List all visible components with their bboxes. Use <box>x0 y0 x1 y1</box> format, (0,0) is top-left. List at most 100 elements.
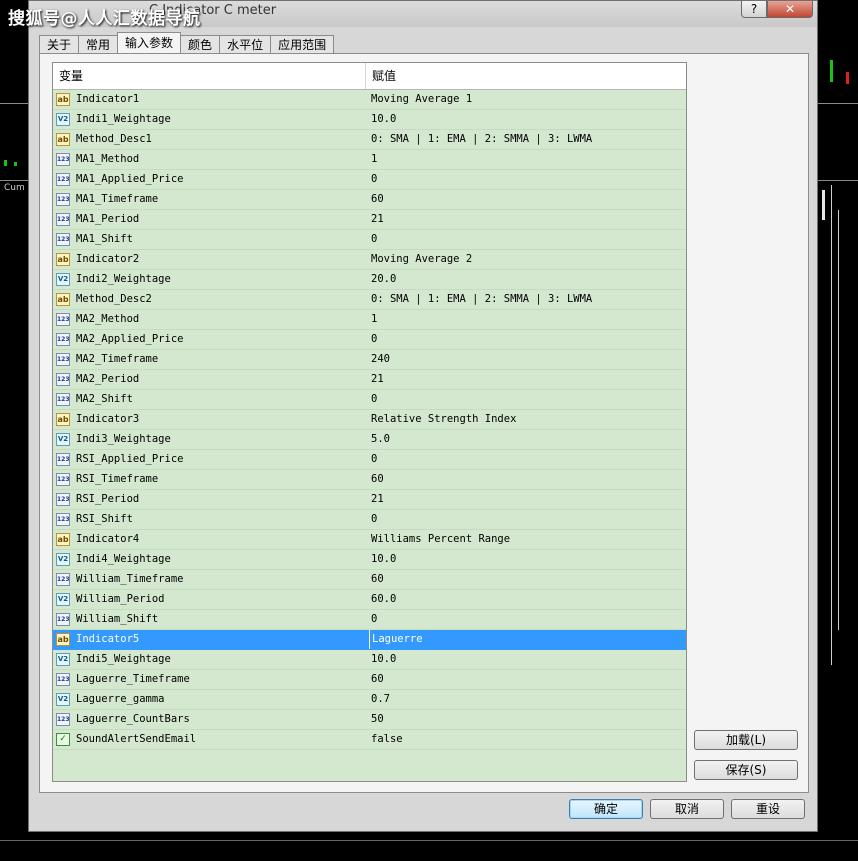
value-cell[interactable]: Moving Average 1 <box>369 90 686 109</box>
table-row[interactable]: 123 RSI_Applied_Price 0 <box>53 450 686 470</box>
table-row[interactable]: 123 MA2_Method 1 <box>53 310 686 330</box>
table-row[interactable]: 123 MA1_Shift 0 <box>53 230 686 250</box>
table-row[interactable]: 123 RSI_Shift 0 <box>53 510 686 530</box>
table-row[interactable]: 123 RSI_Period 21 <box>53 490 686 510</box>
tab-inputs[interactable]: 输入参数 <box>117 32 182 53</box>
table-row[interactable]: V2 Indi4_Weightage 10.0 <box>53 550 686 570</box>
variable-cell[interactable]: V2 Indi1_Weightage <box>53 110 369 129</box>
value-cell[interactable]: 10.0 <box>369 110 686 129</box>
variable-cell[interactable]: 123 Laguerre_CountBars <box>53 710 369 729</box>
value-cell[interactable]: 60 <box>369 670 686 689</box>
variable-cell[interactable]: ab Indicator2 <box>53 250 369 269</box>
ok-button[interactable]: 确定 <box>569 799 643 819</box>
value-cell[interactable]: 60 <box>369 470 686 489</box>
value-cell[interactable]: 21 <box>369 490 686 509</box>
variable-cell[interactable]: 123 William_Shift <box>53 610 369 629</box>
variable-cell[interactable]: 123 RSI_Shift <box>53 510 369 529</box>
table-row[interactable]: ab Indicator1 Moving Average 1 <box>53 90 686 110</box>
variable-cell[interactable]: 123 MA2_Shift <box>53 390 369 409</box>
table-row[interactable]: V2 Indi3_Weightage 5.0 <box>53 430 686 450</box>
table-row[interactable]: ab Indicator3 Relative Strength Index <box>53 410 686 430</box>
tab-about[interactable]: 关于 <box>39 35 80 53</box>
variable-cell[interactable]: 123 MA1_Period <box>53 210 369 229</box>
cancel-button[interactable]: 取消 <box>650 799 724 819</box>
table-row[interactable]: 123 MA2_Shift 0 <box>53 390 686 410</box>
variable-cell[interactable]: 123 RSI_Applied_Price <box>53 450 369 469</box>
variable-cell[interactable]: ab Indicator5 <box>53 630 369 649</box>
close-icon[interactable]: ✕ <box>767 1 813 18</box>
variable-cell[interactable]: 123 MA1_Shift <box>53 230 369 249</box>
table-row[interactable]: 123 RSI_Timeframe 60 <box>53 470 686 490</box>
table-row[interactable]: ✓ SoundAlertSendEmail false <box>53 730 686 750</box>
table-row[interactable]: 123 MA1_Period 21 <box>53 210 686 230</box>
save-button[interactable]: 保存(S) <box>694 760 798 780</box>
variable-cell[interactable]: V2 Indi5_Weightage <box>53 650 369 669</box>
variable-cell[interactable]: V2 Indi2_Weightage <box>53 270 369 289</box>
value-cell[interactable]: Relative Strength Index <box>369 410 686 429</box>
table-row[interactable]: ab Indicator4 Williams Percent Range <box>53 530 686 550</box>
value-cell[interactable]: 0 <box>369 450 686 469</box>
variable-cell[interactable]: V2 Laguerre_gamma <box>53 690 369 709</box>
table-row[interactable]: 123 MA1_Method 1 <box>53 150 686 170</box>
table-row[interactable]: 123 MA1_Applied_Price 0 <box>53 170 686 190</box>
variable-cell[interactable]: 123 William_Timeframe <box>53 570 369 589</box>
value-cell[interactable]: 0: SMA | 1: EMA | 2: SMMA | 3: LWMA <box>369 290 686 309</box>
value-cell[interactable]: 10.0 <box>369 550 686 569</box>
value-cell[interactable]: 21 <box>369 370 686 389</box>
table-row[interactable]: ab Indicator2 Moving Average 2 <box>53 250 686 270</box>
table-row[interactable]: V2 Indi2_Weightage 20.0 <box>53 270 686 290</box>
value-cell[interactable]: 50 <box>369 710 686 729</box>
value-cell[interactable]: 0: SMA | 1: EMA | 2: SMMA | 3: LWMA <box>369 130 686 149</box>
variable-cell[interactable]: 123 Laguerre_Timeframe <box>53 670 369 689</box>
value-cell[interactable]: 0 <box>369 170 686 189</box>
table-row[interactable]: ab Method_Desc2 0: SMA | 1: EMA | 2: SMMA … <box>53 290 686 310</box>
variable-cell[interactable]: V2 Indi4_Weightage <box>53 550 369 569</box>
tab-common[interactable]: 常用 <box>78 35 119 53</box>
variable-cell[interactable]: 123 MA1_Applied_Price <box>53 170 369 189</box>
value-cell[interactable]: 0 <box>369 390 686 409</box>
value-cell[interactable]: Laguerre <box>369 630 686 649</box>
value-cell[interactable]: 60.0 <box>369 590 686 609</box>
tab-visualization[interactable]: 应用范围 <box>270 35 335 53</box>
value-cell[interactable]: 5.0 <box>369 430 686 449</box>
variable-cell[interactable]: 123 MA2_Method <box>53 310 369 329</box>
table-row[interactable]: ab Method_Desc1 0: SMA | 1: EMA | 2: SMMA … <box>53 130 686 150</box>
table-row[interactable]: V2 William_Period 60.0 <box>53 590 686 610</box>
value-cell[interactable]: 20.0 <box>369 270 686 289</box>
value-cell[interactable]: 0 <box>369 230 686 249</box>
variable-cell[interactable]: 123 RSI_Timeframe <box>53 470 369 489</box>
value-cell[interactable]: 0 <box>369 610 686 629</box>
variable-cell[interactable]: ✓ SoundAlertSendEmail <box>53 730 369 749</box>
value-cell[interactable]: 0.7 <box>369 690 686 709</box>
column-header-variable[interactable]: 变量 <box>53 63 366 89</box>
value-cell[interactable]: 0 <box>369 510 686 529</box>
tab-colors[interactable]: 颜色 <box>180 35 221 53</box>
value-cell[interactable]: false <box>369 730 686 749</box>
table-row[interactable]: 123 MA2_Period 21 <box>53 370 686 390</box>
value-cell[interactable]: 21 <box>369 210 686 229</box>
table-row[interactable]: 123 MA2_Timeframe 240 <box>53 350 686 370</box>
value-cell[interactable]: Williams Percent Range <box>369 530 686 549</box>
variable-cell[interactable]: ab Indicator3 <box>53 410 369 429</box>
reset-button[interactable]: 重设 <box>731 799 805 819</box>
help-button[interactable]: ? <box>741 1 767 18</box>
value-cell[interactable]: 240 <box>369 350 686 369</box>
variable-cell[interactable]: 123 RSI_Period <box>53 490 369 509</box>
load-button[interactable]: 加载(L) <box>694 730 798 750</box>
table-row[interactable]: 123 Laguerre_Timeframe 60 <box>53 670 686 690</box>
variable-cell[interactable]: 123 MA2_Timeframe <box>53 350 369 369</box>
variable-cell[interactable]: 123 MA1_Timeframe <box>53 190 369 209</box>
table-row[interactable]: 123 MA1_Timeframe 60 <box>53 190 686 210</box>
column-header-value[interactable]: 赋值 <box>366 63 686 89</box>
value-cell[interactable]: 0 <box>369 330 686 349</box>
variable-cell[interactable]: ab Indicator1 <box>53 90 369 109</box>
variable-cell[interactable]: 123 MA2_Applied_Price <box>53 330 369 349</box>
variable-cell[interactable]: 123 MA1_Method <box>53 150 369 169</box>
variable-cell[interactable]: ab Indicator4 <box>53 530 369 549</box>
table-row[interactable]: 123 MA2_Applied_Price 0 <box>53 330 686 350</box>
variable-cell[interactable]: ab Method_Desc2 <box>53 290 369 309</box>
table-row[interactable]: V2 Indi1_Weightage 10.0 <box>53 110 686 130</box>
variable-cell[interactable]: ab Method_Desc1 <box>53 130 369 149</box>
variable-cell[interactable]: 123 MA2_Period <box>53 370 369 389</box>
value-cell[interactable]: 1 <box>369 150 686 169</box>
